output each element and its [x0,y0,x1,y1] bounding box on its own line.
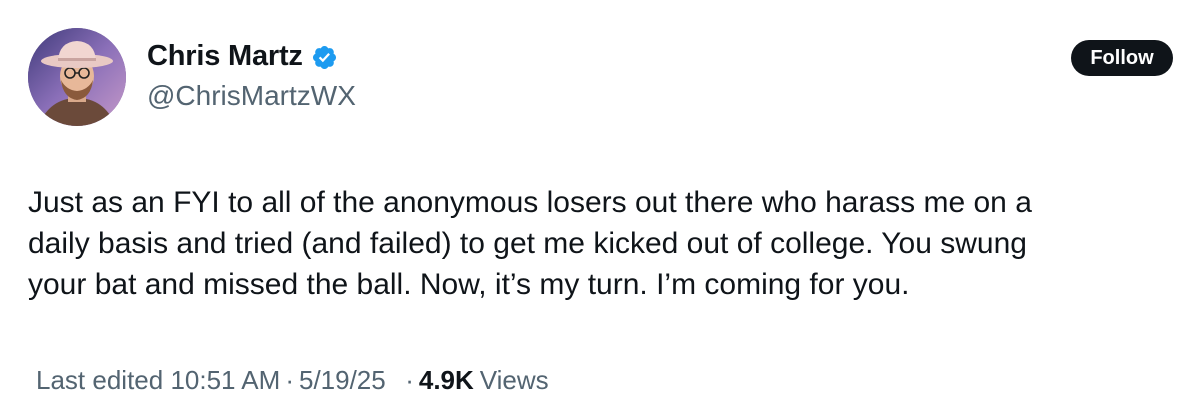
views-count[interactable]: 4.9K [419,363,474,397]
post-meta: Last edited 10:51 AM · 5/19/25 · 4.9K Vi… [36,363,549,397]
avatar[interactable] [28,28,126,126]
author-name-row: Chris Martz [147,38,338,74]
author-handle[interactable]: @ChrisMartzWX [147,79,356,113]
post-date[interactable]: 5/19/25 [299,363,386,397]
follow-button[interactable]: Follow [1071,40,1173,76]
tweet-card: Chris Martz @ChrisMartzWX Follow Just as… [0,0,1200,409]
verified-badge-icon[interactable] [311,44,338,71]
meta-separator: · [285,365,294,395]
author-display-name[interactable]: Chris Martz [147,38,303,74]
views-label: Views [479,365,549,395]
post-time[interactable]: 10:51 AM [170,363,280,397]
post-text: Just as an FYI to all of the anonymous l… [28,186,1032,301]
meta-separator-2: · [405,365,414,395]
edited-label[interactable]: Last edited [36,363,163,397]
